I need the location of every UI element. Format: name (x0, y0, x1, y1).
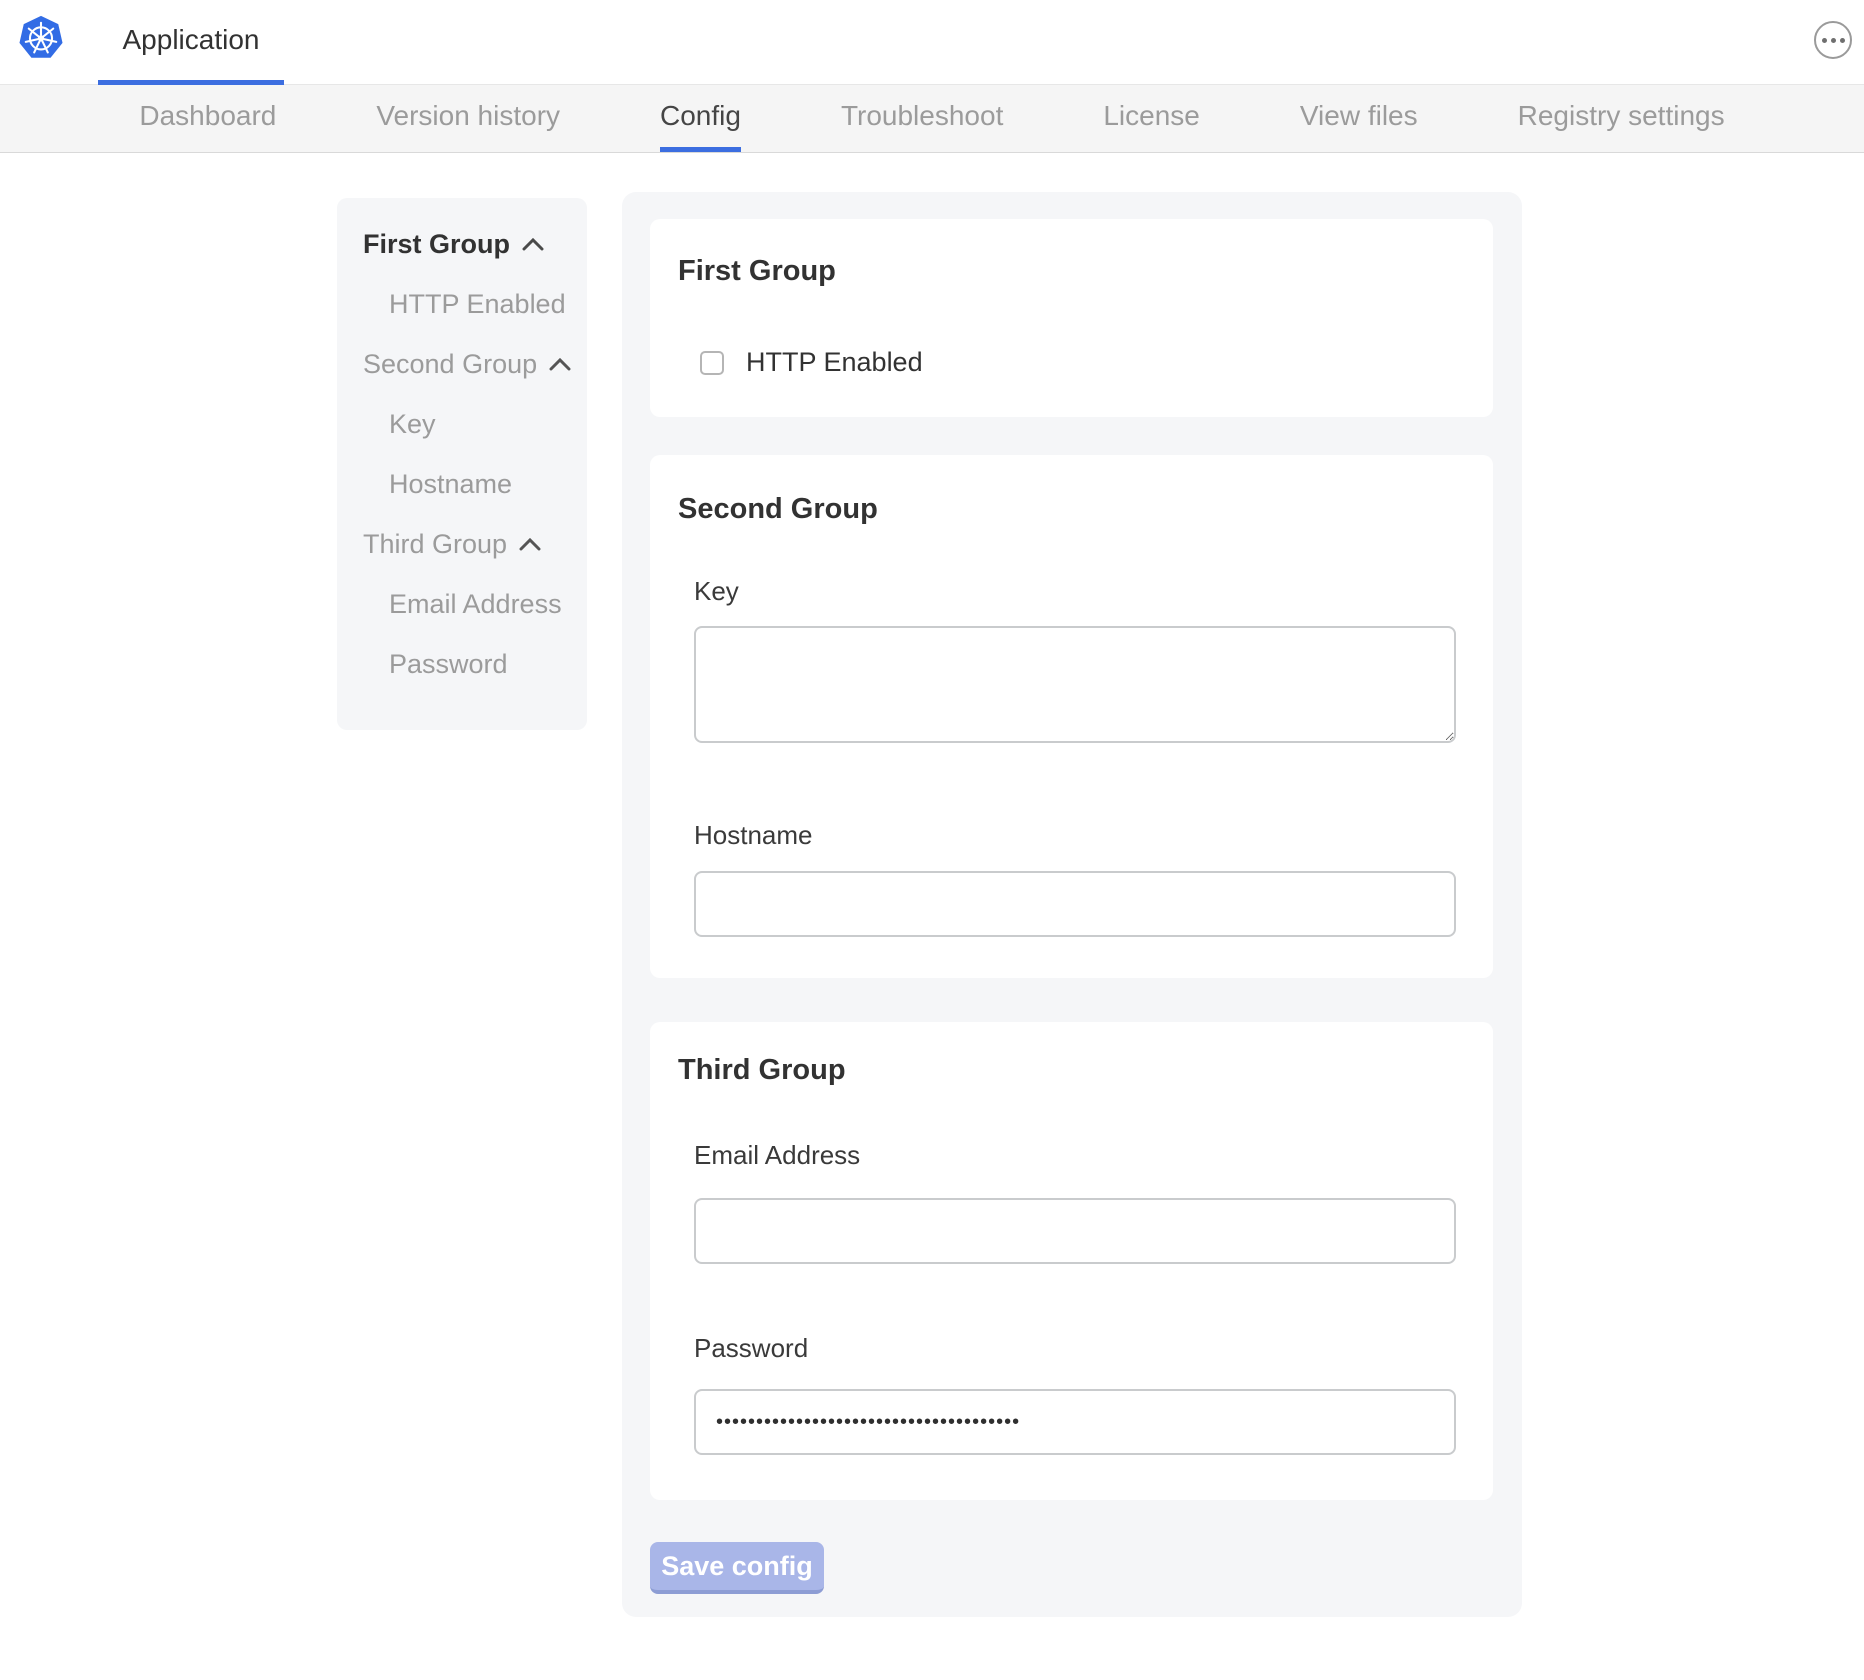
tab-config[interactable]: Config (660, 85, 741, 152)
group-title: Second Group (678, 491, 1465, 527)
sidebar-item-label: Second Group (363, 349, 537, 380)
top-bar: Application (0, 0, 1864, 85)
tab-view-files[interactable]: View files (1300, 85, 1418, 152)
sidebar-item-label: First Group (363, 229, 510, 260)
sidebar-item-label: HTTP Enabled (389, 289, 566, 320)
tab-dashboard[interactable]: Dashboard (139, 85, 276, 152)
sidebar-item-key[interactable]: Key (337, 394, 587, 454)
tab-version-history[interactable]: Version history (376, 85, 560, 152)
app-tab-label: Application (123, 24, 260, 56)
config-group-third: Third Group Email Address Password (650, 1022, 1493, 1500)
chevron-up-icon (519, 537, 541, 551)
password-input[interactable] (694, 1389, 1456, 1455)
chevron-up-icon (522, 237, 544, 251)
sidebar-item-email-address[interactable]: Email Address (337, 574, 587, 634)
tab-registry-settings[interactable]: Registry settings (1518, 85, 1725, 152)
ellipsis-icon (1822, 38, 1827, 43)
config-panel: First Group HTTP Enabled Second Group Ke… (622, 192, 1522, 1617)
sidebar-item-password[interactable]: Password (337, 634, 587, 694)
sidebar-item-hostname[interactable]: Hostname (337, 454, 587, 514)
http-enabled-checkbox[interactable] (700, 351, 724, 375)
more-options-button[interactable] (1814, 21, 1852, 59)
save-config-button[interactable]: Save config (650, 1542, 824, 1594)
sidebar-item-label: Email Address (389, 589, 562, 620)
password-label: Password (694, 1332, 1465, 1364)
key-textarea[interactable] (694, 626, 1456, 743)
group-title: Third Group (678, 1052, 1465, 1088)
app-tab-application[interactable]: Application (98, 0, 284, 85)
sidebar-item-second-group[interactable]: Second Group (337, 334, 587, 394)
sidebar-item-label: Password (389, 649, 508, 680)
hostname-input[interactable] (694, 871, 1456, 937)
config-group-second: Second Group Key Hostname (650, 455, 1493, 978)
sidebar-item-third-group[interactable]: Third Group (337, 514, 587, 574)
email-address-input[interactable] (694, 1198, 1456, 1264)
http-enabled-field: HTTP Enabled (700, 347, 1465, 378)
sidebar-item-label: Key (389, 409, 436, 440)
tab-license[interactable]: License (1103, 85, 1200, 152)
key-label: Key (694, 575, 1465, 607)
config-group-first: First Group HTTP Enabled (650, 219, 1493, 417)
http-enabled-label[interactable]: HTTP Enabled (746, 347, 923, 378)
sidebar-item-label: Third Group (363, 529, 507, 560)
email-address-label: Email Address (694, 1139, 1465, 1171)
app-nav-tabs: Dashboard Version history Config Trouble… (0, 85, 1864, 153)
kubernetes-logo-icon (18, 13, 64, 61)
config-sidebar: First Group HTTP Enabled Second Group Ke… (337, 198, 587, 730)
sidebar-item-label: Hostname (389, 469, 512, 500)
group-title: First Group (678, 253, 1465, 289)
sidebar-item-http-enabled[interactable]: HTTP Enabled (337, 274, 587, 334)
hostname-label: Hostname (694, 819, 1465, 851)
sidebar-item-first-group[interactable]: First Group (337, 214, 587, 274)
chevron-up-icon (549, 357, 571, 371)
tab-troubleshoot[interactable]: Troubleshoot (841, 85, 1003, 152)
